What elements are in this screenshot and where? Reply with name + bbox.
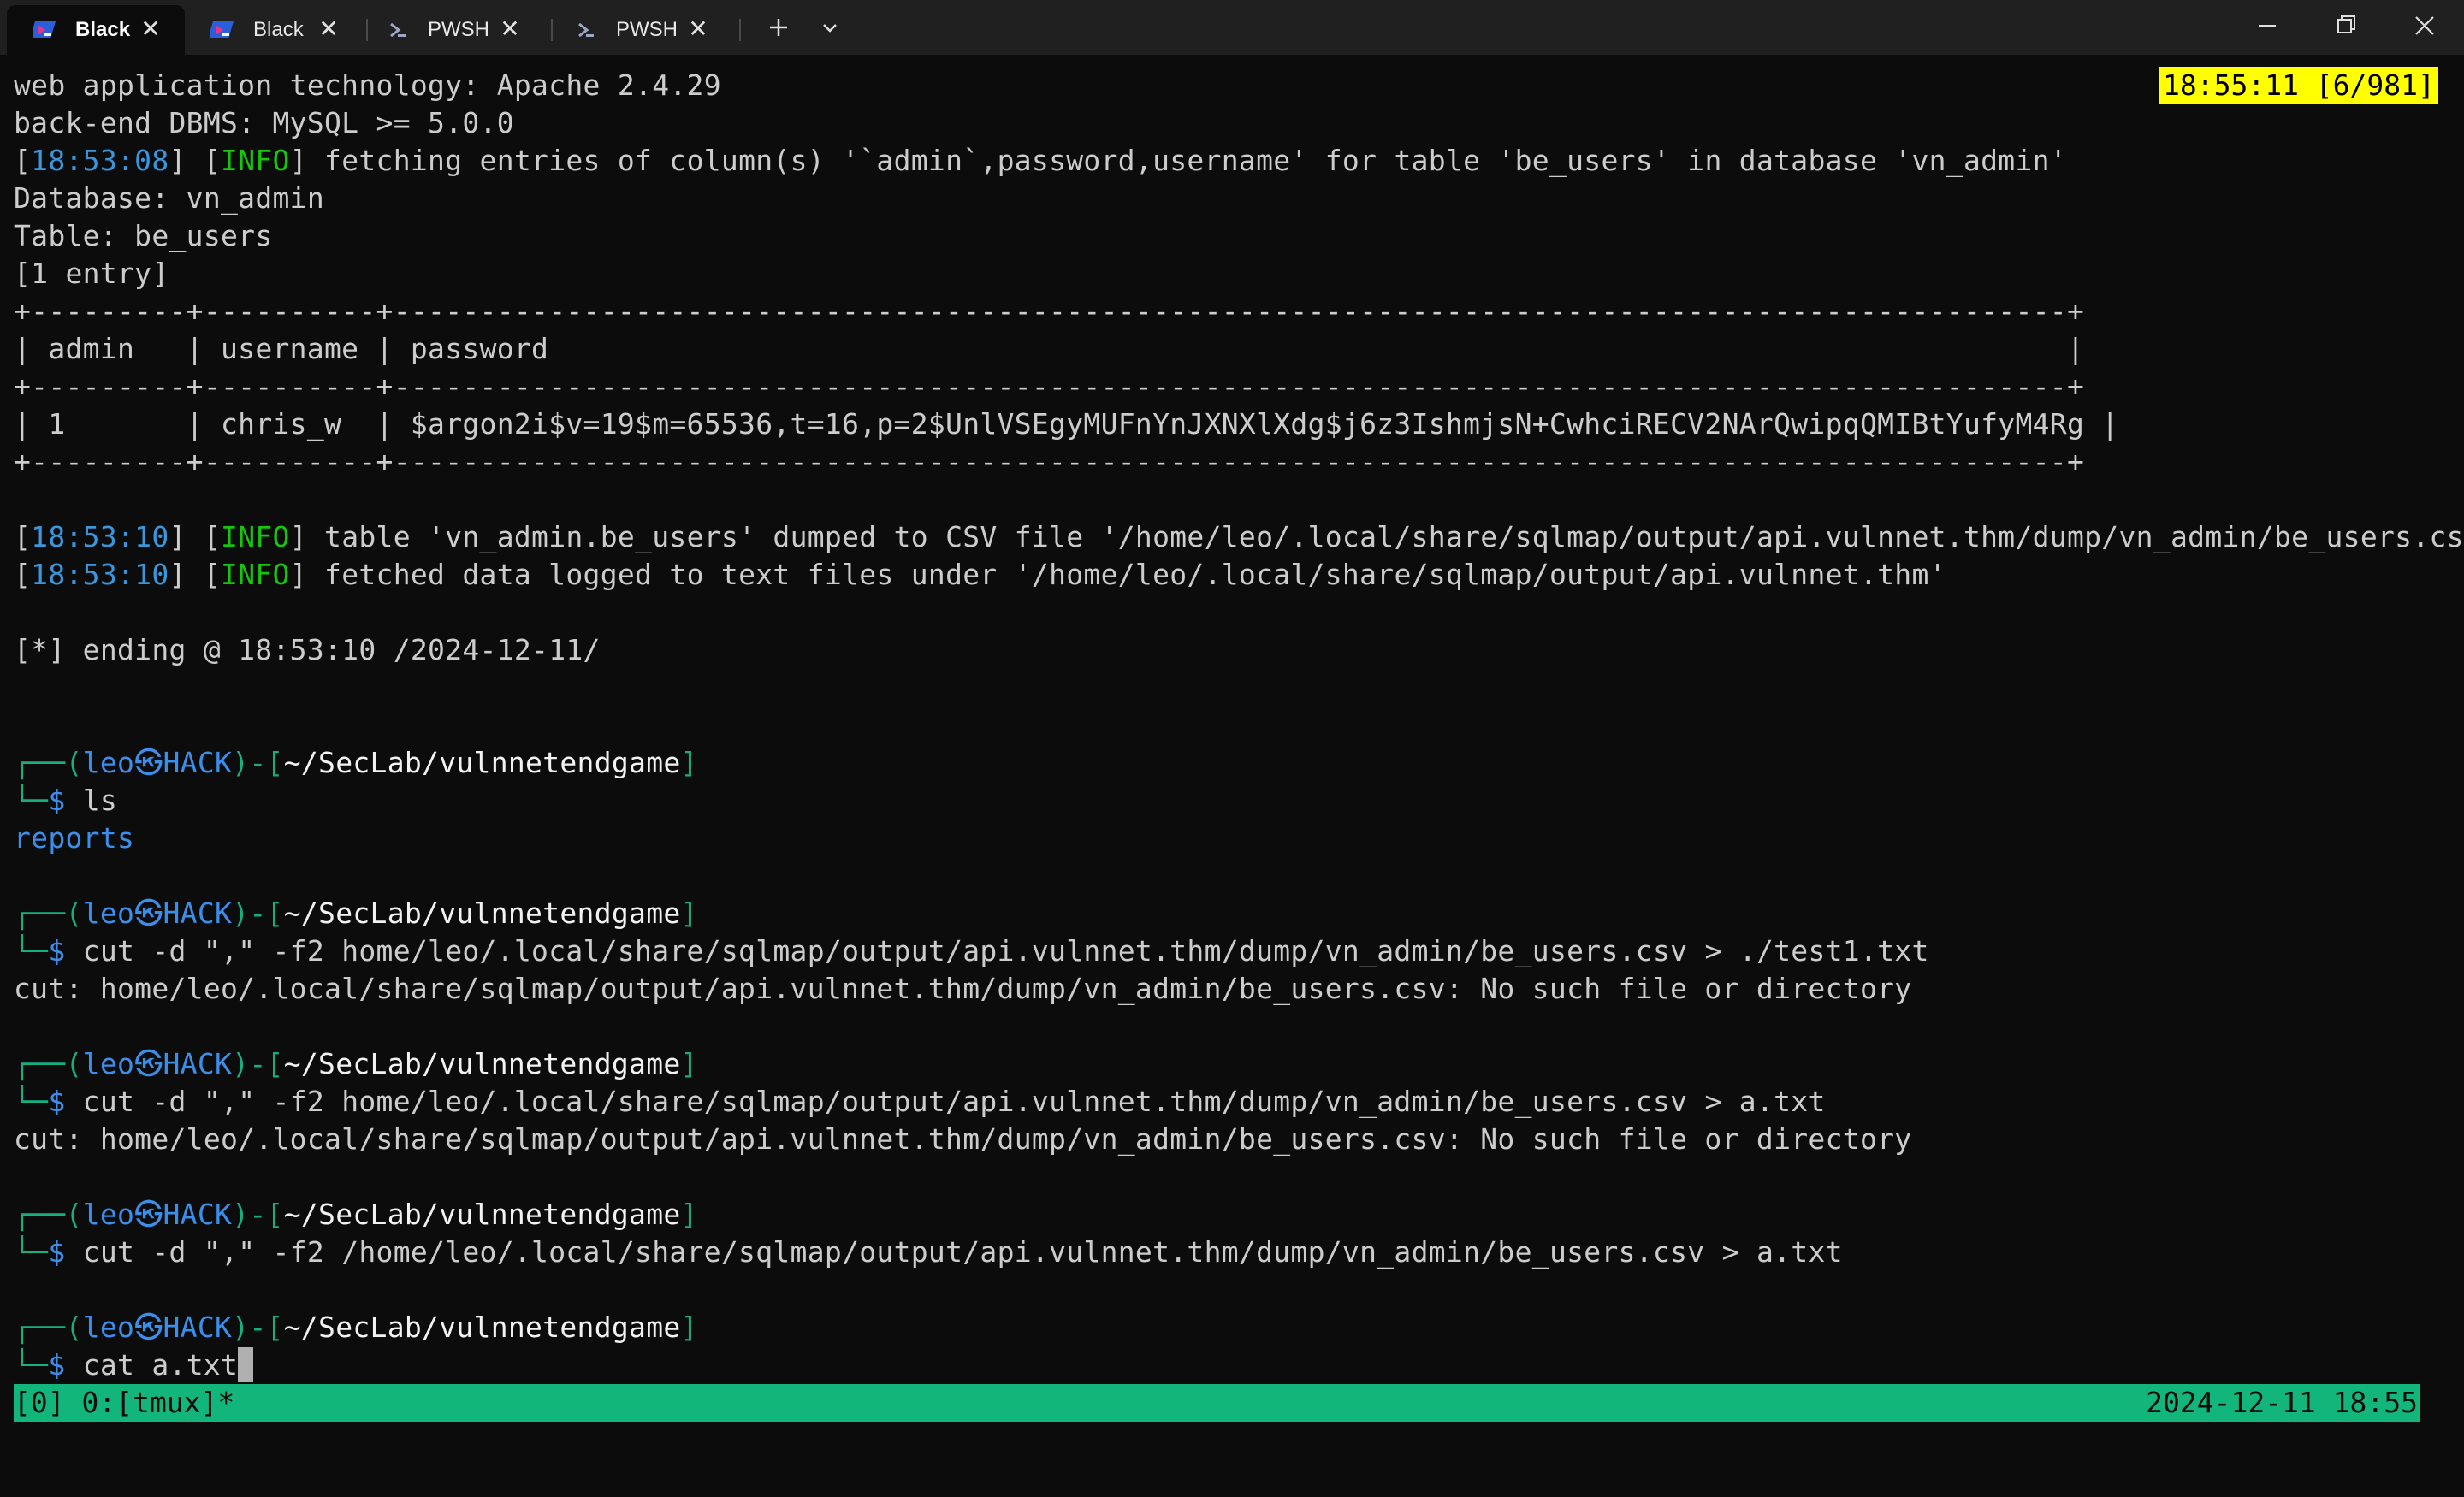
command-line: └─$ cut -d "," -f2 /home/leo/.local/shar… — [14, 1235, 1843, 1269]
pwsh-icon — [578, 22, 594, 38]
command-line: └─$ cut -d "," -f2 home/leo/.local/share… — [14, 934, 1929, 967]
log-level: INFO — [221, 558, 290, 591]
tab-label: Black — [253, 18, 304, 41]
close-icon[interactable]: ✕ — [139, 17, 163, 41]
close-icon — [2415, 16, 2434, 35]
log-line: [18:53:10] [INFO] fetched data logged to… — [14, 558, 1946, 591]
powershell-icon — [210, 21, 234, 38]
table-row: | 1 | chris_w | $argon2i$v=19$m=65536,t=… — [14, 407, 2119, 441]
command-text: cut -d "," -f2 /home/leo/.local/share/sq… — [82, 1235, 1843, 1269]
close-icon[interactable]: ✕ — [317, 17, 341, 41]
tab-label: PWSH — [616, 18, 678, 41]
error-output: cut: home/leo/.local/share/sqlmap/output… — [14, 972, 1912, 1005]
restore-button[interactable] — [2307, 0, 2385, 55]
log-level: INFO — [221, 144, 290, 177]
table-border: +---------+----------+------------------… — [14, 370, 2085, 403]
tab-black-1[interactable]: Black ✕ — [7, 5, 185, 55]
prompt-user: leo — [82, 1047, 135, 1080]
prompt-symbol: $ — [48, 934, 66, 967]
prompt-symbol: $ — [48, 784, 66, 817]
tab-divider — [739, 19, 741, 41]
prompt-user: leo — [82, 896, 135, 930]
command-line-active[interactable]: └─$ cat a.txt — [14, 1346, 254, 1384]
powershell-icon — [33, 21, 56, 38]
prompt-dir: ~/SecLab/vulnnetendgame — [283, 1311, 681, 1344]
minimize-button[interactable] — [2228, 0, 2307, 55]
minimize-icon — [2259, 25, 2276, 27]
prompt-host: HACK — [163, 1311, 233, 1344]
prompt-symbol: $ — [48, 1348, 66, 1382]
log-level: INFO — [221, 520, 290, 553]
tmux-status-bar: [0] 0:[tmux]* 2024-12-11 18:55 — [14, 1384, 2420, 1422]
prompt-host: HACK — [163, 1047, 233, 1080]
tab-black-2[interactable]: Black ✕ — [185, 5, 363, 55]
output-line: Table: be_users — [14, 219, 273, 252]
log-message: table 'vn_admin.be_users' dumped to CSV … — [306, 520, 2464, 553]
prompt-user: leo — [82, 746, 135, 779]
error-output: cut: home/leo/.local/share/sqlmap/output… — [14, 1122, 1912, 1156]
kali-icon: ㉿ — [134, 1311, 163, 1344]
prompt-host: HACK — [163, 746, 233, 779]
log-timestamp: 18:53:10 — [31, 520, 169, 553]
tab-dropdown-button[interactable] — [814, 12, 845, 43]
log-timestamp: 18:53:10 — [31, 558, 169, 591]
kali-icon: ㉿ — [134, 1047, 163, 1080]
close-icon[interactable]: ✕ — [498, 17, 522, 41]
prompt-header: ┌──(leo㉿HACK)-[~/SecLab/vulnnetendgame] — [14, 746, 698, 779]
tmux-clock-indicator: 18:55:11 [6/981] — [2159, 67, 2438, 104]
prompt-symbol: $ — [48, 1235, 66, 1269]
directory-entry: reports — [14, 821, 135, 855]
table-border: +---------+----------+------------------… — [14, 294, 2085, 328]
output-line: [1 entry] — [14, 257, 169, 290]
prompt-symbol: $ — [48, 1085, 66, 1118]
log-message: fetching entries of column(s) '`admin`,p… — [306, 144, 2067, 177]
kali-icon: ㉿ — [134, 1198, 163, 1231]
output-line: Database: vn_admin — [14, 181, 325, 215]
prompt-header: ┌──(leo㉿HACK)-[~/SecLab/vulnnetendgame] — [14, 1047, 698, 1080]
log-timestamp: 18:53:08 — [31, 144, 169, 177]
prompt-dir: ~/SecLab/vulnnetendgame — [283, 896, 681, 930]
command-line: └─$ ls — [14, 784, 118, 817]
tmux-window-list[interactable]: [0] 0:[tmux]* — [14, 1384, 234, 1422]
table-border: +---------+----------+------------------… — [14, 445, 2085, 478]
command-text: ls — [82, 784, 118, 817]
kali-icon: ㉿ — [134, 896, 163, 930]
chevron-down-icon — [823, 24, 837, 33]
restore-icon — [2337, 15, 2355, 33]
log-line: [18:53:10] [INFO] table 'vn_admin.be_use… — [14, 518, 2464, 556]
log-message: fetched data logged to text files under … — [306, 558, 1946, 591]
table-header: | admin | username | password | — [14, 332, 2085, 365]
prompt-dir: ~/SecLab/vulnnetendgame — [283, 1047, 681, 1080]
prompt-dir: ~/SecLab/vulnnetendgame — [283, 1198, 681, 1231]
output-line: back-end DBMS: MySQL >= 5.0.0 — [14, 106, 514, 139]
prompt-header: ┌──(leo㉿HACK)-[~/SecLab/vulnnetendgame] — [14, 1311, 698, 1344]
command-text: cut -d "," -f2 home/leo/.local/share/sql… — [82, 934, 1929, 967]
log-line: [18:53:08] [INFO] fetching entries of co… — [14, 144, 2067, 177]
pwsh-icon — [390, 22, 406, 38]
prompt-dir: ~/SecLab/vulnnetendgame — [283, 746, 681, 779]
prompt-header: ┌──(leo㉿HACK)-[~/SecLab/vulnnetendgame] — [14, 896, 698, 930]
tab-label: Black — [75, 18, 131, 41]
command-text: cut -d "," -f2 home/leo/.local/share/sql… — [82, 1085, 1826, 1118]
prompt-user: leo — [82, 1198, 135, 1231]
kali-icon: ㉿ — [134, 746, 163, 779]
prompt-host: HACK — [163, 896, 233, 930]
close-window-button[interactable] — [2385, 0, 2464, 55]
prompt-header: ┌──(leo㉿HACK)-[~/SecLab/vulnnetendgame] — [14, 1198, 698, 1231]
tmux-datetime: 2024-12-11 18:55 — [2146, 1386, 2418, 1419]
command-input[interactable]: cat a.txt — [83, 1348, 239, 1382]
prompt-host: HACK — [163, 1198, 233, 1231]
output-line: [*] ending @ 18:53:10 /2024-12-11/ — [14, 633, 601, 666]
plus-icon — [770, 19, 787, 36]
tab-label: PWSH — [428, 18, 489, 41]
command-line: └─$ cut -d "," -f2 home/leo/.local/share… — [14, 1085, 1826, 1118]
close-icon[interactable]: ✕ — [686, 17, 710, 41]
output-line: web application technology: Apache 2.4.2… — [14, 68, 721, 102]
prompt-user: leo — [82, 1311, 135, 1344]
tab-pwsh-2[interactable]: PWSH ✕ — [548, 5, 732, 55]
title-bar: Black ✕ Black ✕ PWSH ✕ PWSH ✕ — [0, 0, 2464, 55]
new-tab-button[interactable] — [763, 12, 794, 43]
tab-pwsh-1[interactable]: PWSH ✕ — [359, 5, 544, 55]
text-cursor — [238, 1347, 254, 1382]
